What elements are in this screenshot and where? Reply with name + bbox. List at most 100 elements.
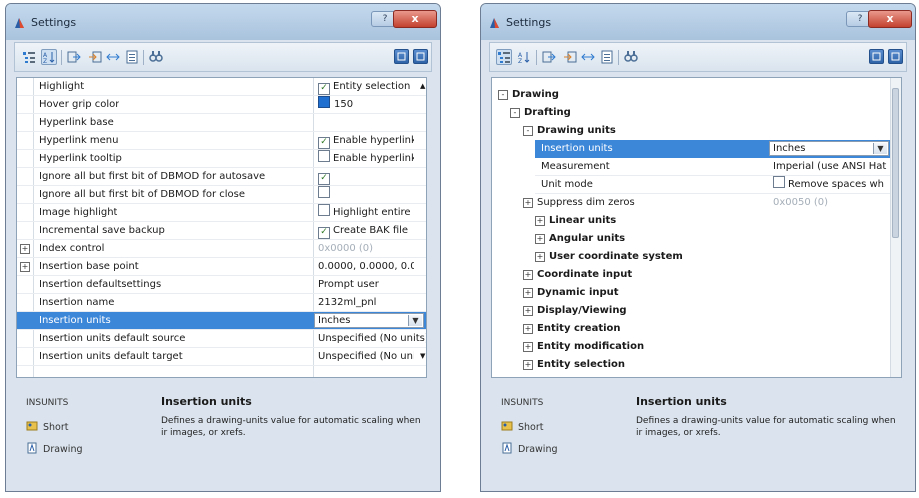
expand-icon[interactable]: + [523, 198, 533, 208]
setting-row-ignore-autosave[interactable]: Ignore all but first bit of DBMOD for au… [17, 168, 426, 186]
scroll-up-icon[interactable]: ▲ [420, 82, 425, 90]
compare-icon[interactable] [580, 49, 596, 65]
setting-value: 0x0050 (0) [773, 197, 829, 208]
units-dropdown[interactable]: Inches ▼ [769, 141, 889, 156]
expand-icon[interactable]: + [523, 306, 533, 316]
import-icon[interactable] [87, 49, 103, 65]
chevron-down-icon[interactable]: ▼ [408, 315, 422, 326]
setting-row-suppress-dim-zeros[interactable]: + Suppress dim zeros 0x0050 (0) [492, 194, 901, 212]
setting-name: Insertion base point [39, 261, 139, 272]
tree-node-linear-units[interactable]: + Linear units [492, 212, 901, 230]
find-icon[interactable] [623, 49, 639, 65]
export-icon[interactable] [541, 49, 557, 65]
tree-node-angular-units[interactable]: + Angular units [492, 230, 901, 248]
expand-icon[interactable]: + [523, 360, 533, 370]
checkbox[interactable] [318, 186, 330, 198]
categorized-view-icon[interactable] [496, 49, 512, 65]
setting-row-incremental-save[interactable]: Incremental save backup ✓ Create BAK file [17, 222, 426, 240]
app-icon [490, 18, 499, 28]
vertical-scrollbar[interactable] [890, 78, 901, 377]
checkbox[interactable]: ✓ [318, 83, 330, 95]
setting-row-insertion-name[interactable]: Insertion name 2132ml_pnl [17, 294, 426, 312]
tree-node-user-coordinate-system[interactable]: + User coordinate system [492, 248, 901, 266]
checkbox[interactable] [773, 176, 785, 188]
previous-icon[interactable] [869, 49, 884, 64]
alphabetic-view-icon[interactable]: AZ [516, 49, 532, 65]
tree-node-drawing[interactable]: - Drawing [492, 86, 901, 104]
scrollbar-thumb[interactable] [892, 88, 899, 238]
setting-row-hyperlink-base[interactable]: Hyperlink base [17, 114, 426, 132]
tree-node-drawing-units[interactable]: - Drawing units [492, 122, 901, 140]
find-icon[interactable] [148, 49, 164, 65]
checkbox[interactable] [318, 150, 330, 162]
alphabetic-view-icon[interactable]: AZ [41, 49, 57, 65]
tree-node-dynamic-input[interactable]: + Dynamic input [492, 284, 901, 302]
checkbox[interactable]: ✓ [318, 173, 330, 185]
close-button[interactable]: x [868, 10, 912, 28]
short-item: Short [26, 420, 69, 433]
expand-icon[interactable]: + [523, 288, 533, 298]
expand-icon[interactable]: + [523, 324, 533, 334]
setting-row-measurement[interactable]: Measurement Imperial (use ANSI Hat [535, 158, 890, 176]
setting-row-hyperlink-tooltip[interactable]: Hyperlink tooltip Enable hyperlink too [17, 150, 426, 168]
tree-node-display-viewing[interactable]: + Display/Viewing [492, 302, 901, 320]
compare-icon[interactable] [105, 49, 121, 65]
expand-icon[interactable]: + [523, 270, 533, 280]
description-body: Defines a drawing-units value for automa… [636, 416, 896, 438]
setting-row-highlight[interactable]: Highlight ✓Entity selection highl ▲ [17, 78, 426, 96]
export-icon[interactable] [66, 49, 82, 65]
tree-node-drafting[interactable]: - Drafting [492, 104, 901, 122]
tree-node-coordinate-input[interactable]: + Coordinate input [492, 266, 901, 284]
setting-row-insertion-units[interactable]: Insertion units Inches ▼ [535, 140, 890, 158]
next-icon[interactable] [888, 49, 903, 64]
title-bar[interactable]: Settings ? x [6, 4, 440, 40]
import-icon[interactable] [562, 49, 578, 65]
dropdown-value: Inches [773, 143, 806, 154]
setting-row-units-default-target[interactable]: Insertion units default target Unspecifi… [17, 348, 426, 366]
setting-row-hyperlink-menu[interactable]: Hyperlink menu ✓Enable hyperlink me [17, 132, 426, 150]
node-label: Angular units [549, 233, 626, 244]
collapse-icon[interactable]: - [523, 126, 533, 136]
node-label: Drafting [524, 107, 571, 118]
collapse-icon[interactable]: - [510, 108, 520, 118]
expand-icon[interactable]: + [535, 216, 545, 226]
setting-row-ignore-close[interactable]: Ignore all but first bit of DBMOD for cl… [17, 186, 426, 204]
setting-row-unit-mode[interactable]: Unit mode Remove spaces wh [535, 176, 890, 194]
setting-value: Entity selection highl [333, 81, 414, 92]
setting-row-image-highlight[interactable]: Image highlight Highlight entire rast [17, 204, 426, 222]
options-icon[interactable] [599, 49, 615, 65]
expand-icon[interactable]: + [20, 262, 30, 272]
setting-row-index-control[interactable]: + Index control 0x0000 (0) [17, 240, 426, 258]
tree-node-entity-modification[interactable]: + Entity modification [492, 338, 901, 356]
title-bar[interactable]: Settings ? x [481, 4, 915, 40]
expand-icon[interactable]: + [535, 252, 545, 262]
close-button[interactable]: x [393, 10, 437, 28]
toolbar: AZ [489, 42, 907, 72]
units-dropdown[interactable]: Inches ▼ [314, 313, 424, 328]
expand-icon[interactable]: + [523, 342, 533, 352]
setting-row-units-default-source[interactable]: Insertion units default source Unspecifi… [17, 330, 426, 348]
checkbox[interactable]: ✓ [318, 137, 330, 149]
setting-row-insertion-base-point[interactable]: + Insertion base point 0.0000, 0.0000, 0… [17, 258, 426, 276]
categorized-view-icon[interactable] [21, 49, 37, 65]
tree-node-entity-creation[interactable]: + Entity creation [492, 320, 901, 338]
scroll-down-icon[interactable]: ▼ [420, 352, 425, 360]
checkbox[interactable] [318, 204, 330, 216]
expand-icon[interactable]: + [535, 234, 545, 244]
checkbox[interactable]: ✓ [318, 227, 330, 239]
node-label: Dynamic input [537, 287, 619, 298]
setting-row-hover-grip-color[interactable]: Hover grip color 150 [17, 96, 426, 114]
setting-name: Unit mode [541, 179, 593, 190]
tree-node-entity-selection[interactable]: + Entity selection [492, 356, 901, 374]
setting-row-insertion-units[interactable]: Insertion units Inches ▼ [17, 312, 426, 330]
expand-icon[interactable]: + [20, 244, 30, 254]
command-name: INSUNITS [26, 398, 69, 408]
chevron-down-icon[interactable]: ▼ [873, 143, 887, 154]
setting-name: Hyperlink menu [39, 135, 119, 146]
collapse-icon[interactable]: - [498, 90, 508, 100]
previous-icon[interactable] [394, 49, 409, 64]
next-icon[interactable] [413, 49, 428, 64]
setting-row-insertion-defaultsettings[interactable]: Insertion defaultsettings Prompt user [17, 276, 426, 294]
options-icon[interactable] [124, 49, 140, 65]
drawing-label: Drawing [518, 444, 558, 455]
